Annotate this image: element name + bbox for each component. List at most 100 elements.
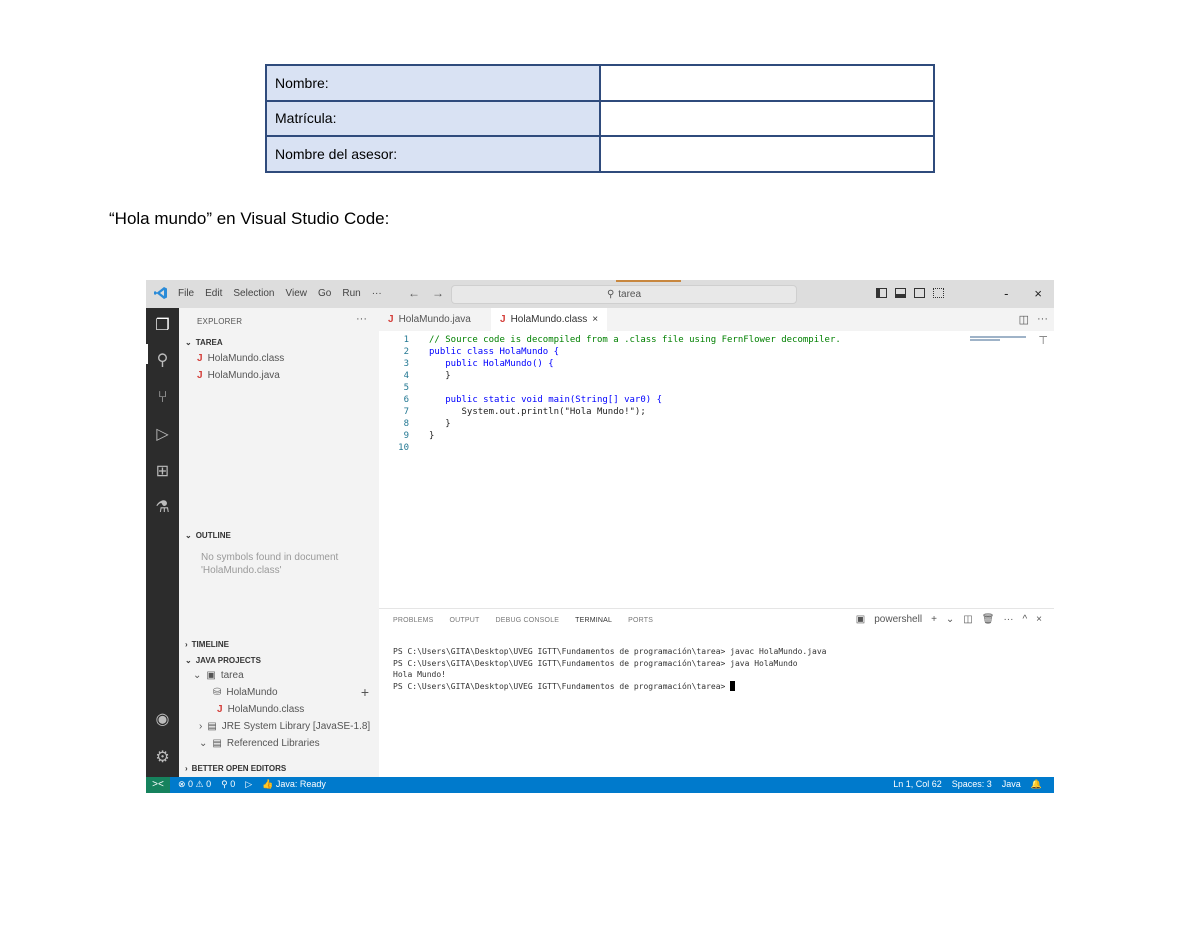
split-editor-icon[interactable]: ◫ (1019, 313, 1029, 326)
menu-edit[interactable]: Edit (205, 288, 222, 299)
close-icon[interactable]: × (1034, 286, 1042, 301)
outline-empty-note: No symbols found in document 'HolaMundo.… (201, 552, 339, 576)
file-holamundo-class[interactable]: J HolaMundo.class (197, 353, 284, 364)
scrollbar-icon[interactable]: ⊤ (1038, 334, 1048, 347)
code-line: public HolaMundo() { (429, 359, 554, 369)
command-center-search[interactable]: ⚲ tarea (451, 285, 797, 304)
project-item-holamundo[interactable]: ⛁ HolaMundo (213, 687, 278, 698)
thumbs-up-icon: 👍 (262, 779, 276, 789)
manage-icon[interactable]: ⚙ (153, 748, 172, 767)
toggle-secondary-sidebar-icon[interactable] (914, 288, 925, 298)
java-file-icon: J (500, 314, 506, 325)
testing-icon[interactable]: ⚗ (153, 498, 172, 517)
line-number: 8 (403, 419, 409, 429)
advisor-value[interactable] (599, 135, 935, 173)
java-projects-section[interactable]: ⌄ JAVA PROJECTS (185, 656, 261, 665)
files-icon[interactable]: ❐ (153, 316, 172, 335)
source-control-icon[interactable]: ⑂ (153, 388, 172, 407)
outline-section[interactable]: ⌄ OUTLINE (185, 531, 231, 540)
java-file-icon: J (388, 314, 394, 325)
menu-selection[interactable]: Selection (233, 288, 274, 299)
more-actions-icon[interactable]: ··· (1037, 313, 1048, 326)
code-line: System.out.println("Hola Mundo!"); (429, 407, 646, 417)
item-label: HolaMundo (226, 687, 278, 698)
line-number: 1 (403, 335, 409, 345)
section-label: TIMELINE (191, 640, 230, 649)
tab-ports[interactable]: PORTS (628, 617, 653, 624)
tab-debug-console[interactable]: DEBUG CONSOLE (495, 617, 559, 624)
remote-icon[interactable]: >< (146, 777, 170, 793)
language-mode[interactable]: Java (1002, 779, 1021, 790)
tarea-section[interactable]: ⌄ TAREA (185, 338, 223, 347)
accounts-icon[interactable]: ◉ (153, 710, 172, 729)
menu-run[interactable]: Run (342, 288, 360, 299)
new-terminal-icon[interactable]: + (931, 614, 937, 625)
java-status[interactable]: 👍 Java: Ready (262, 779, 326, 790)
menu-file[interactable]: File (178, 288, 194, 299)
menu-go[interactable]: Go (318, 288, 331, 299)
project-item-referenced-libraries[interactable]: ⌄ ▤ Referenced Libraries (199, 738, 320, 749)
project-label: tarea (220, 670, 244, 681)
ports-status[interactable]: ⚲ 0 (221, 779, 235, 790)
file-holamundo-java[interactable]: J HolaMundo.java (197, 370, 280, 381)
chevron-down-icon: ⌄ (185, 531, 192, 540)
enrollment-value[interactable] (599, 99, 935, 138)
java-file-icon: J (217, 704, 223, 715)
notifications-bell-icon[interactable]: 🔔 (1031, 779, 1042, 790)
minimize-icon[interactable]: - (1004, 286, 1008, 301)
cursor-position[interactable]: Ln 1, Col 62 (893, 779, 942, 790)
explorer-title: EXPLORER (197, 317, 243, 326)
close-icon[interactable]: × (592, 314, 598, 325)
maximize-panel-icon[interactable]: ^ (1022, 614, 1027, 625)
table-row: Matrícula: (265, 99, 935, 138)
section-label: TAREA (195, 338, 223, 347)
project-icon: ▣ (206, 670, 216, 681)
nav-buttons: ← → (408, 286, 444, 300)
terminal-line: PS C:\Users\GITA\Desktop\UVEG IGTT\Funda… (393, 658, 798, 668)
tab-actions: ◫ ··· (1019, 313, 1048, 326)
name-value[interactable] (599, 64, 935, 102)
split-terminal-icon[interactable]: ◫ (963, 614, 972, 625)
search-icon[interactable]: ⚲ (153, 351, 172, 370)
project-tarea[interactable]: ⌄ ▣ tarea (193, 670, 244, 681)
toggle-panel-icon[interactable] (895, 288, 906, 298)
shell-label[interactable]: powershell (874, 614, 922, 625)
item-label: JRE System Library [JavaSE-1.8] (221, 721, 371, 732)
tab-output[interactable]: OUTPUT (450, 617, 480, 624)
terminal-output[interactable]: PS C:\Users\GITA\Desktop\UVEG IGTT\Funda… (393, 646, 826, 692)
line-number: 2 (403, 347, 409, 357)
run-icon[interactable]: ▷ (245, 779, 252, 790)
tab-holamundo-java[interactable]: J HolaMundo.java (379, 308, 480, 331)
trash-icon[interactable]: 🗑 (982, 614, 995, 625)
add-icon[interactable]: + (361, 684, 369, 700)
terminal-icon: ▣ (855, 614, 866, 625)
tab-problems[interactable]: PROBLEMS (393, 617, 434, 624)
better-open-editors-section[interactable]: › BETTER OPEN EDITORS (185, 764, 286, 773)
problems-status[interactable]: ⊗ 0 ⚠ 0 (178, 779, 211, 790)
timeline-section[interactable]: › TIMELINE (185, 640, 229, 649)
run-debug-icon[interactable]: ▷ (153, 425, 172, 444)
tab-terminal[interactable]: TERMINAL (575, 617, 612, 624)
more-actions-icon[interactable]: ··· (1003, 614, 1013, 625)
table-row: Nombre: (265, 64, 935, 102)
layout-controls (876, 288, 944, 298)
minimap[interactable] (970, 335, 1026, 349)
tab-holamundo-class[interactable]: J HolaMundo.class × (491, 308, 608, 331)
search-text: tarea (618, 289, 642, 300)
menu-view[interactable]: View (286, 288, 308, 299)
back-arrow-icon[interactable]: ← (408, 286, 420, 300)
extensions-icon[interactable]: ⊞ (153, 462, 172, 481)
project-item-jre-library[interactable]: › ▤ JRE System Library [JavaSE-1.8] (199, 721, 370, 732)
menu-more[interactable]: ··· (372, 288, 382, 299)
panel-tabs: PROBLEMS OUTPUT DEBUG CONSOLE TERMINAL P… (393, 617, 653, 624)
chevron-down-icon[interactable]: ⌄ (946, 614, 954, 625)
customize-layout-icon[interactable] (933, 288, 944, 298)
close-panel-icon[interactable]: × (1036, 614, 1042, 625)
item-label: Referenced Libraries (226, 738, 320, 749)
editor-area: J HolaMundo.java J HolaMundo.class × ◫ ·… (379, 308, 1054, 778)
indentation-status[interactable]: Spaces: 3 (952, 779, 992, 790)
more-actions-icon[interactable]: ··· (356, 313, 367, 325)
forward-arrow-icon[interactable]: → (432, 286, 444, 300)
toggle-sidebar-icon[interactable] (876, 288, 887, 298)
project-item-holamundo-class[interactable]: J HolaMundo.class (217, 704, 304, 715)
